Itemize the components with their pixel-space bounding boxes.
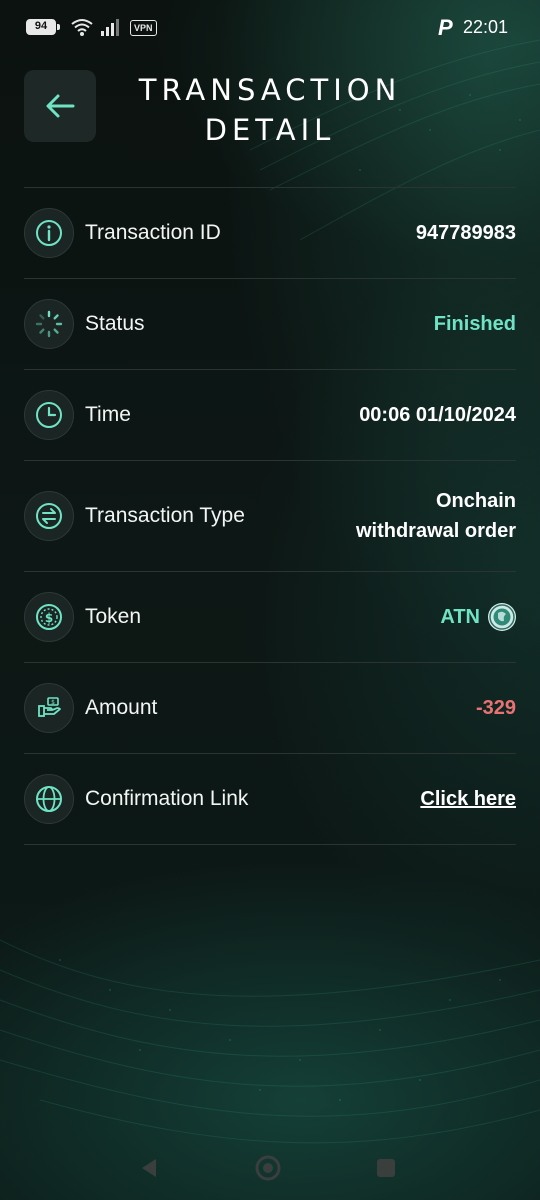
hand-money-icon: $ <box>24 683 74 733</box>
token-value: ATN <box>440 602 516 632</box>
loading-spinner-icon <box>24 299 74 349</box>
confirmation-link[interactable]: Click here <box>420 784 516 814</box>
status-bar: 94 VPN P 22:01 <box>0 0 540 56</box>
row-label: Status <box>85 312 145 335</box>
clock-icon <box>24 390 74 440</box>
status-value: Finished <box>433 313 516 335</box>
amount-value: -329 <box>475 697 516 719</box>
battery-tip <box>57 24 60 30</box>
dollar-coin-icon: $ <box>24 592 74 642</box>
row-label: Confirmation Link <box>85 787 249 810</box>
row-label: Transaction Type <box>85 504 245 527</box>
svg-text:$: $ <box>45 611 53 625</box>
battery-indicator: 94 <box>26 19 56 35</box>
signal-icon <box>101 19 119 36</box>
back-button[interactable] <box>24 70 96 142</box>
atn-token-icon <box>488 603 516 631</box>
status-clock: 22:01 <box>462 17 508 37</box>
row-confirmation-link: Confirmation Link Click here <box>24 754 516 845</box>
page-title: TRANSACTION DETAIL <box>110 70 430 150</box>
arrow-left-icon <box>46 94 75 118</box>
svg-text:$: $ <box>51 699 55 706</box>
system-nav-bar <box>0 1136 540 1200</box>
page-title-line1: TRANSACTION <box>138 73 402 107</box>
transaction-type-value: Onchain withdrawal order <box>356 486 516 546</box>
row-token: $ Token ATN <box>24 572 516 663</box>
row-status: Status Finished <box>24 279 516 370</box>
transaction-details: Transaction ID 947789983 Status Finished <box>24 187 516 845</box>
row-label: Time <box>85 403 131 426</box>
vpn-badge: VPN <box>130 20 157 36</box>
swap-arrows-icon <box>24 491 74 541</box>
transaction-type-line1: Onchain <box>435 490 516 512</box>
row-label: Transaction ID <box>85 221 221 244</box>
row-label: Token <box>85 605 142 628</box>
row-transaction-id: Transaction ID 947789983 <box>24 188 516 279</box>
token-symbol: ATN <box>440 606 480 628</box>
triangle-back-icon[interactable] <box>138 1156 160 1180</box>
row-label: Amount <box>85 696 158 719</box>
row-time: Time 00:06 01/10/2024 <box>24 370 516 461</box>
row-amount: $ Amount -329 <box>24 663 516 754</box>
time-value: 00:06 01/10/2024 <box>359 404 516 426</box>
app-indicator-icon: P <box>438 15 453 40</box>
info-icon <box>24 208 74 258</box>
square-recents-icon[interactable] <box>376 1158 396 1178</box>
circle-home-icon[interactable] <box>254 1154 282 1182</box>
wifi-icon <box>71 19 93 36</box>
transaction-type-line2: withdrawal order <box>355 520 516 542</box>
globe-icon <box>24 774 74 824</box>
page-title-line2: DETAIL <box>204 113 336 147</box>
transaction-id-value: 947789983 <box>415 222 516 244</box>
row-transaction-type: Transaction Type Onchain withdrawal orde… <box>24 461 516 572</box>
